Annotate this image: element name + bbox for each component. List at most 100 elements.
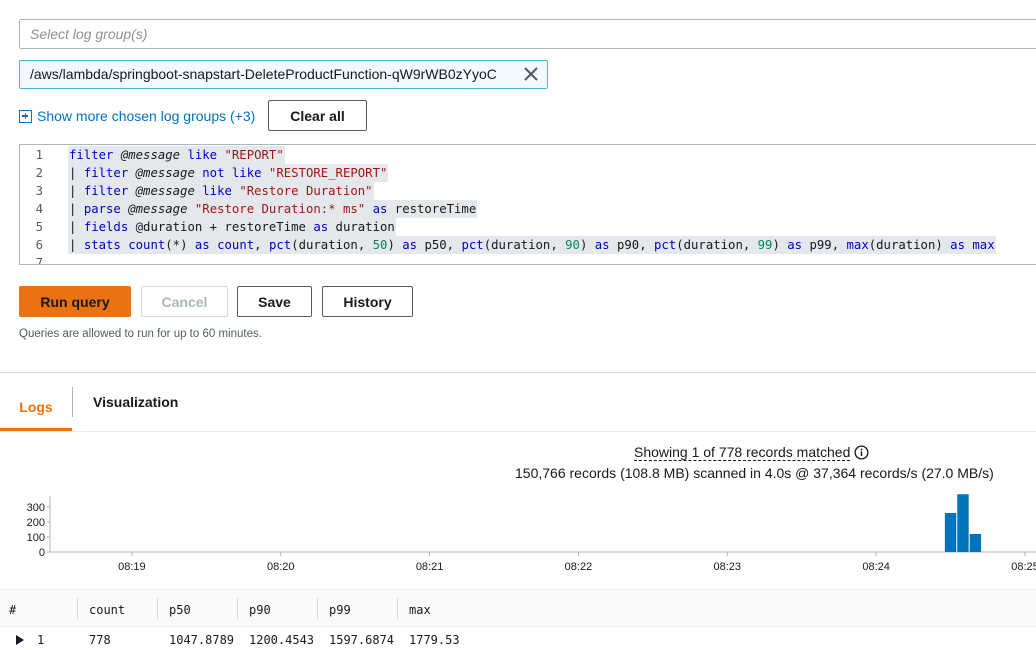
section-divider <box>0 372 1036 373</box>
x-tick-label: 08:19 <box>118 561 146 573</box>
code-token: "Restore Duration:* ms" <box>194 202 366 216</box>
code-token: pct <box>268 238 292 252</box>
table-cell: 1200.4543 <box>249 633 315 647</box>
line-number: 3 <box>35 184 43 198</box>
code-token: as <box>402 238 418 252</box>
clear-all-button[interactable]: Clear all <box>268 100 367 131</box>
query-time-note: Queries are allowed to run for up to 60 … <box>19 328 262 340</box>
code-token: @message <box>135 166 195 180</box>
code-token: as <box>950 238 965 252</box>
code-token: (duration, <box>291 238 373 252</box>
code-token: | <box>69 184 84 198</box>
code-token: (duration, <box>676 238 758 252</box>
line-number: 1 <box>35 148 43 162</box>
close-icon[interactable] <box>521 64 541 84</box>
column-separator <box>157 598 158 620</box>
code-token: 90 <box>565 238 580 252</box>
column-header[interactable]: # <box>9 603 16 617</box>
histogram-bars <box>944 494 982 552</box>
line-number: 4 <box>35 202 43 216</box>
code-token: pct <box>461 238 484 252</box>
run-query-button[interactable]: Run query <box>19 286 131 317</box>
records-matched-text: Showing 1 of 778 records matched <box>634 444 851 461</box>
results-table-header <box>0 589 1036 627</box>
code-token: fields <box>83 220 129 234</box>
code-token: restoreTime <box>387 202 477 216</box>
show-more-log-groups-link[interactable]: Show more chosen log groups (+3) <box>19 106 255 126</box>
code-token: ) <box>772 238 788 252</box>
tab-logs[interactable]: Logs <box>0 385 72 431</box>
code-token: @message <box>135 184 195 198</box>
column-separator <box>237 598 238 620</box>
records-matched-summary: Showing 1 of 778 records matched <box>634 444 869 461</box>
column-header[interactable]: p50 <box>169 603 191 617</box>
code-token: (duration) <box>868 238 951 252</box>
histogram-bar <box>969 534 982 552</box>
tab-visualization[interactable]: Visualization <box>93 385 178 419</box>
x-tick-label: 08:21 <box>416 561 444 573</box>
code-token: "REPORT" <box>224 148 284 162</box>
code-token: | <box>69 202 84 216</box>
history-button[interactable]: History <box>322 286 413 317</box>
code-token: , <box>254 238 269 252</box>
line-number: 2 <box>35 166 43 180</box>
records-scanned-text: 150,766 records (108.8 MB) scanned in 4.… <box>515 465 994 481</box>
y-tick-label: 200 <box>27 517 45 529</box>
line-number: 6 <box>35 238 43 252</box>
x-tick-label: 08:24 <box>862 561 890 573</box>
code-token: not like <box>202 166 262 180</box>
tab-separator <box>72 387 73 417</box>
code-token: "RESTORE_REPORT" <box>268 166 388 180</box>
code-token: | <box>69 220 84 234</box>
x-tick-label: 08:20 <box>267 561 295 573</box>
code-token: as <box>594 238 610 252</box>
info-icon[interactable] <box>854 445 869 460</box>
table-cell: 1779.53 <box>409 633 460 647</box>
column-header[interactable]: max <box>409 603 431 617</box>
code-token: filter <box>83 166 129 180</box>
code-token: as <box>313 220 329 234</box>
code-token: | <box>69 238 84 252</box>
code-token: (duration, <box>483 238 566 252</box>
line-number: 7 <box>35 256 43 265</box>
line-number: 5 <box>35 220 43 234</box>
column-separator <box>317 598 318 620</box>
code-token: @duration + restoreTime <box>128 220 314 234</box>
code-token: duration <box>328 220 395 234</box>
save-button[interactable]: Save <box>237 286 312 317</box>
y-axis: 0 100 200 300 <box>27 502 50 559</box>
table-cell: 778 <box>89 633 111 647</box>
code-token: count <box>217 238 255 252</box>
code-token: stats <box>83 238 121 252</box>
code-token: 50 <box>372 238 388 252</box>
show-more-log-groups-label: Show more chosen log groups (+3) <box>37 108 256 124</box>
column-header[interactable]: count <box>89 603 125 617</box>
code-token: 99 <box>757 238 773 252</box>
y-tick-label: 300 <box>27 502 45 514</box>
column-separator <box>77 598 78 620</box>
log-group-select[interactable]: Select log group(s) <box>19 19 1036 49</box>
expand-row-icon[interactable] <box>16 635 24 645</box>
code-text: | fields @duration + restoreTime as dura… <box>68 218 396 236</box>
code-text: filter @message like "REPORT" <box>68 146 285 164</box>
x-tick-label: 08:23 <box>714 561 742 573</box>
column-header[interactable]: p99 <box>329 603 351 617</box>
histogram-bar <box>957 494 969 552</box>
y-tick-label: 100 <box>27 532 45 544</box>
code-token: p99, <box>802 238 847 252</box>
column-header[interactable]: p90 <box>249 603 271 617</box>
chosen-log-group-token: /aws/lambda/springboot-snapstart-DeleteP… <box>19 60 548 89</box>
code-token: @message <box>128 202 188 216</box>
plus-square-icon <box>19 109 32 123</box>
code-token: max <box>972 238 995 252</box>
chosen-log-group-label: /aws/lambda/springboot-snapstart-DeleteP… <box>30 66 497 82</box>
table-cell: 1597.6874 <box>329 633 395 647</box>
query-editor[interactable]: 1 filter @message like "REPORT" 2 | filter … <box>19 144 1036 265</box>
code-token: | <box>69 166 84 180</box>
cancel-button[interactable]: Cancel <box>141 286 228 317</box>
code-token: parse <box>83 202 121 216</box>
